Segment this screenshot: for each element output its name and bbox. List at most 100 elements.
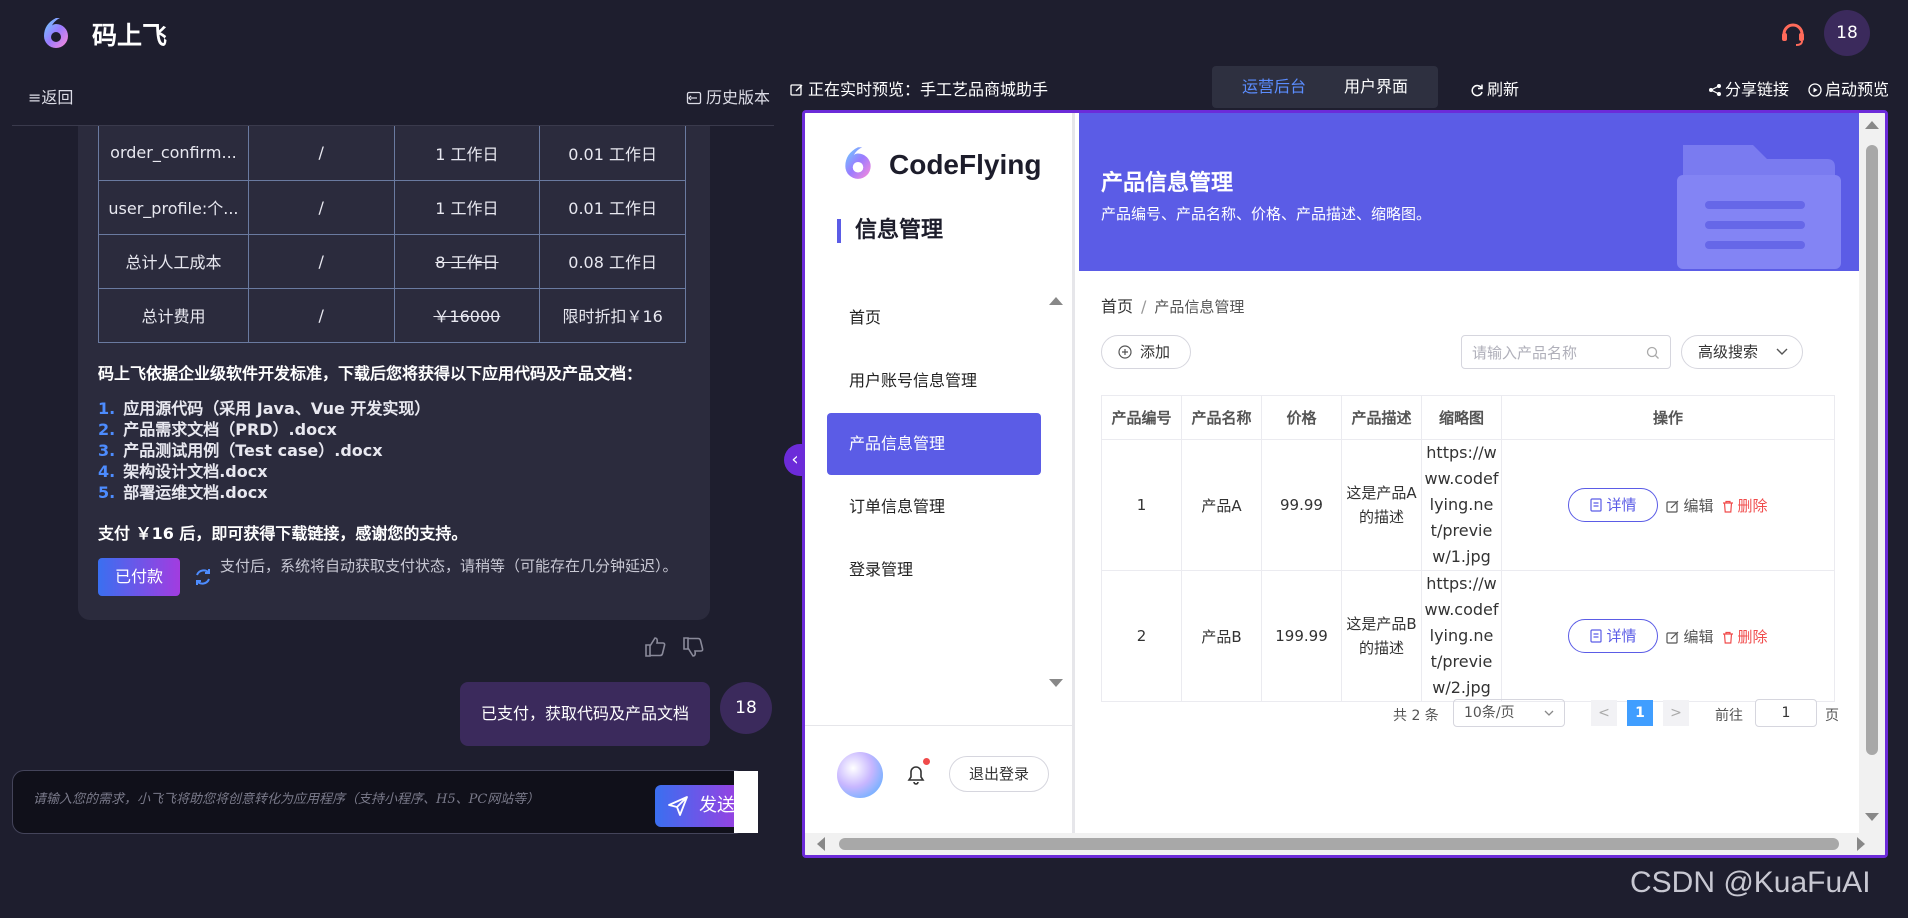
folder-illustration-icon xyxy=(1677,145,1841,269)
page-size-value: 10条/页 xyxy=(1464,705,1515,721)
play-circle-icon xyxy=(1808,83,1822,97)
headset-icon[interactable] xyxy=(1778,18,1808,48)
refresh-status-icon[interactable] xyxy=(192,566,214,588)
cost-cell: user_profile:个... xyxy=(98,179,249,235)
history-icon xyxy=(686,91,702,105)
scrollbar-thumb[interactable] xyxy=(839,838,1839,850)
search-icon[interactable] xyxy=(1646,346,1660,360)
goto-label: 前往 xyxy=(1715,708,1743,724)
page-size-select[interactable]: 10条/页 xyxy=(1453,699,1565,727)
nav-scroll-down-arrow[interactable] xyxy=(1049,679,1063,687)
edit-label: 编辑 xyxy=(1683,496,1714,515)
sidebar-nav: 首页 用户账号信息管理 产品信息管理 订单信息管理 登录管理 xyxy=(827,287,1041,602)
list-text: 产品测试用例（Test case）.docx xyxy=(123,441,383,460)
page-subtitle: 产品编号、产品名称、价格、产品描述、缩略图。 xyxy=(1101,205,1432,223)
list-number: 4. xyxy=(98,462,116,481)
breadcrumb-home[interactable]: 首页 xyxy=(1101,297,1133,316)
cost-cell: / xyxy=(247,287,395,343)
sidebar-item-products[interactable]: 产品信息管理 xyxy=(827,413,1041,475)
docs-intro: 码上飞依据企业级软件开发标准，下载后您将获得以下应用代码及产品文档： xyxy=(98,364,643,383)
strikethrough-value: 8 工作日 xyxy=(435,253,499,272)
cost-cell: / xyxy=(247,179,395,235)
history-button[interactable]: 历史版本 xyxy=(686,84,770,108)
share-link-button[interactable]: 分享链接 xyxy=(1708,76,1789,100)
avatar[interactable] xyxy=(837,752,883,798)
cost-cell: order_confirm... xyxy=(98,126,249,181)
cost-cell: 总计费用 xyxy=(98,287,249,343)
tab-user-view[interactable]: 用户界面 xyxy=(1344,66,1408,108)
edit-button[interactable]: 编辑 xyxy=(1666,495,1714,516)
list-item: 2. 产品需求文档（PRD）.docx xyxy=(98,419,430,440)
pagination-total: 共 2 条 xyxy=(1393,708,1439,724)
list-number: 5. xyxy=(98,483,116,502)
edit-button[interactable]: 编辑 xyxy=(1666,626,1714,647)
watermark: CSDN @KuaFuAI xyxy=(1630,866,1871,899)
detail-label: 详情 xyxy=(1606,496,1637,514)
user-avatar-top[interactable]: 18 xyxy=(1824,10,1870,56)
thumbs-down-icon[interactable] xyxy=(680,634,706,660)
back-button[interactable]: ≡返回 xyxy=(28,84,73,108)
cost-cell: ￥16000 xyxy=(393,287,541,343)
notification-dot xyxy=(923,758,930,765)
edit-note-icon xyxy=(790,84,803,96)
page-number-button[interactable]: 1 xyxy=(1627,700,1653,726)
delete-button[interactable]: 删除 xyxy=(1722,495,1768,516)
thumbs-up-icon[interactable] xyxy=(642,634,668,660)
refresh-label: 刷新 xyxy=(1487,80,1520,99)
chat-input-box: 发送 xyxy=(12,770,747,834)
user-message: 已支付，获取代码及产品文档 xyxy=(460,682,710,746)
delete-button[interactable]: 删除 xyxy=(1722,626,1768,647)
add-button[interactable]: 添加 xyxy=(1101,335,1191,369)
edit-icon xyxy=(1666,500,1679,513)
input-scrollbar[interactable] xyxy=(734,771,758,833)
preview-frame: CodeFlying 信息管理 首页 用户账号信息管理 产品信息管理 订单信息管… xyxy=(802,110,1888,858)
horizontal-scrollbar[interactable] xyxy=(805,833,1885,855)
scroll-right-arrow[interactable] xyxy=(1857,837,1865,851)
scroll-left-arrow[interactable] xyxy=(817,837,825,851)
edit-label: 编辑 xyxy=(1683,627,1714,646)
vertical-scrollbar[interactable] xyxy=(1859,113,1885,833)
list-item: 5. 部署运维文档.docx xyxy=(98,482,430,503)
advanced-search-button[interactable]: 高级搜索 xyxy=(1681,335,1803,369)
live-preview-text: 正在实时预览：手工艺品商城助手 xyxy=(808,80,1049,99)
refresh-button[interactable]: 刷新 xyxy=(1470,76,1519,100)
detail-button[interactable]: 详情 xyxy=(1568,488,1659,522)
detail-button[interactable]: 详情 xyxy=(1568,619,1659,653)
logout-button[interactable]: 退出登录 xyxy=(949,756,1049,792)
nav-scroll-up-arrow[interactable] xyxy=(1049,297,1063,305)
chevron-down-icon xyxy=(1544,710,1554,716)
preview-sidebar: CodeFlying 信息管理 首页 用户账号信息管理 产品信息管理 订单信息管… xyxy=(805,113,1075,833)
sidebar-item-login[interactable]: 登录管理 xyxy=(827,539,1041,601)
paid-button[interactable]: 已付款 xyxy=(98,558,180,596)
search-input[interactable] xyxy=(1472,342,1642,364)
sidebar-item-user-accounts[interactable]: 用户账号信息管理 xyxy=(827,350,1041,412)
column-header: 价格 xyxy=(1261,395,1342,440)
scroll-up-arrow[interactable] xyxy=(1865,121,1879,129)
preview-header: 正在实时预览：手工艺品商城助手 运营后台 用户界面 刷新 分享链接 启动预览 xyxy=(790,66,1890,110)
table-row: 1 产品A 99.99 这是产品A的描述 https://www.codefly… xyxy=(1101,439,1835,571)
app-brand: 码上飞 xyxy=(92,21,168,50)
cost-table: order_confirm... / 1 工作日 0.01 工作日 user_p… xyxy=(98,126,686,343)
start-preview-button[interactable]: 启动预览 xyxy=(1808,76,1889,100)
bell-icon[interactable] xyxy=(905,762,927,786)
column-header: 产品名称 xyxy=(1181,395,1262,440)
table-header-row: 产品编号 产品名称 价格 产品描述 缩略图 操作 xyxy=(1101,395,1835,440)
prev-page-button[interactable]: < xyxy=(1591,700,1617,726)
goto-page-input[interactable] xyxy=(1755,699,1817,727)
list-number: 2. xyxy=(98,420,116,439)
breadcrumb-current: 产品信息管理 xyxy=(1154,298,1245,316)
payment-wait-text: 支付后，系统将自动获取支付状态，请稍等（可能存在几分钟延迟）。 xyxy=(220,557,678,575)
scroll-down-arrow[interactable] xyxy=(1865,813,1879,821)
sidebar-item-home[interactable]: 首页 xyxy=(827,287,1041,349)
sidebar-item-orders[interactable]: 订单信息管理 xyxy=(827,476,1041,538)
chat-input[interactable] xyxy=(33,789,563,829)
next-page-button[interactable]: > xyxy=(1663,700,1689,726)
cost-cell: 1 工作日 xyxy=(393,126,541,181)
cost-cell: / xyxy=(247,233,395,289)
scrollbar-thumb[interactable] xyxy=(1866,145,1878,755)
tab-admin[interactable]: 运营后台 xyxy=(1242,66,1306,108)
cost-cell: 总计人工成本 xyxy=(98,233,249,289)
cell-actions: 详情 编辑 删除 xyxy=(1501,439,1835,571)
view-tabs: 运营后台 用户界面 xyxy=(1212,66,1438,108)
list-item: 3. 产品测试用例（Test case）.docx xyxy=(98,440,430,461)
